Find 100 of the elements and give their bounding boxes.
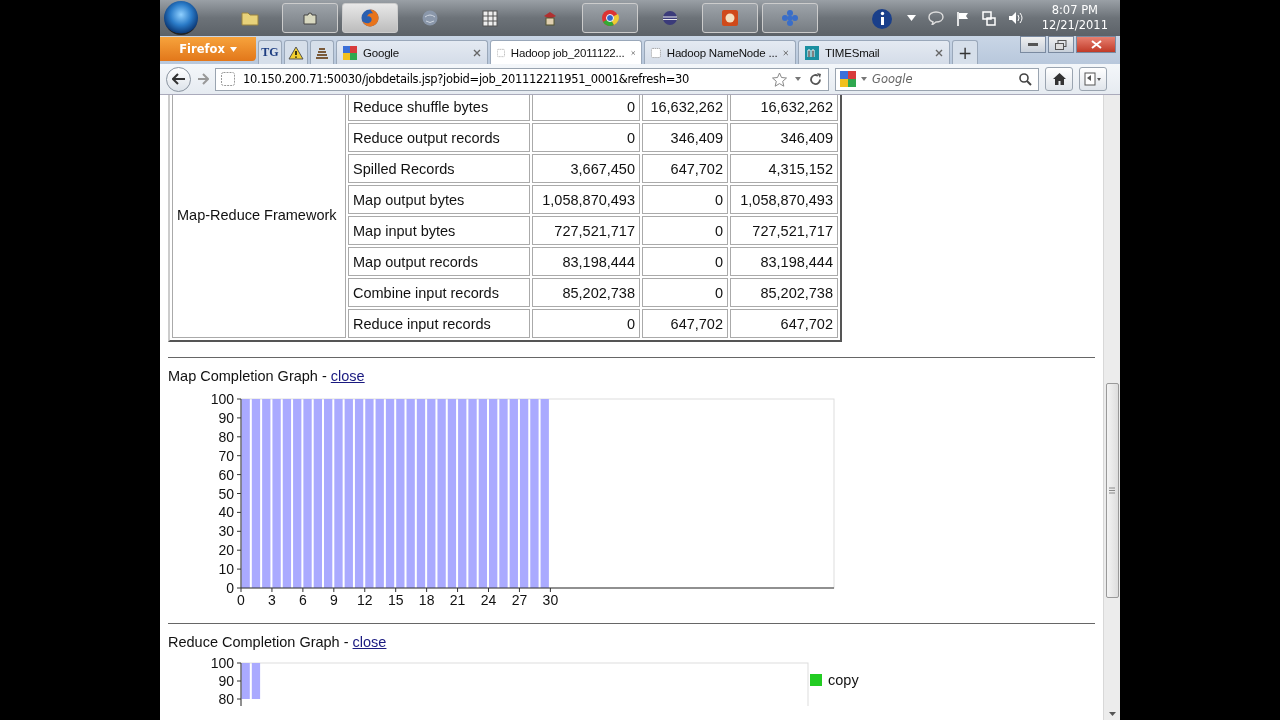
pinned-tab[interactable] (284, 40, 308, 64)
grip-icon (1109, 487, 1115, 494)
table-cell: Map output bytes (348, 185, 530, 214)
table-cell: Reduce output records (348, 123, 530, 152)
table-cell: Combine input records (348, 278, 530, 307)
browser-tab[interactable]: Hadoop NameNode ... (644, 40, 796, 64)
table-cell: Map output records (348, 247, 530, 276)
table-cell: 1,058,870,493 (532, 185, 640, 214)
taskbar-app[interactable] (702, 3, 758, 33)
axis-label: 0 (237, 592, 245, 608)
axis-label: 70 (218, 447, 234, 464)
stack-icon (314, 45, 330, 60)
chart-bar (241, 663, 250, 699)
table-cell: 647,702 (730, 309, 838, 338)
graph-title: Map Completion Graph - (168, 368, 327, 384)
table-cell: 0 (532, 123, 640, 152)
y-axis (236, 662, 242, 706)
close-icon[interactable] (630, 48, 635, 57)
close-link[interactable]: close (352, 634, 387, 650)
puzzle-icon (301, 9, 319, 27)
table-cell: 85,202,738 (532, 278, 640, 307)
axis-label: 10 (218, 561, 234, 578)
blank-page-icon (221, 72, 235, 86)
axis-label: 0 (226, 580, 234, 596)
taskbar-app[interactable] (762, 3, 818, 33)
google-favicon-icon (343, 45, 357, 60)
table-cell: 647,702 (642, 309, 728, 338)
search-icon[interactable] (1019, 72, 1032, 86)
caret-icon[interactable] (795, 77, 801, 81)
axis-label: 18 (418, 592, 435, 608)
axis-label: 100 (210, 391, 234, 407)
eclipse-icon (662, 10, 678, 26)
taskbar-app[interactable] (582, 3, 638, 33)
chrome-icon (601, 9, 619, 27)
close-window-button[interactable] (1076, 36, 1116, 53)
minimize-button[interactable] (1020, 36, 1046, 53)
close-icon (1090, 40, 1102, 49)
firefox-icon (360, 8, 380, 28)
search-box[interactable]: Google (835, 67, 1039, 91)
scroll-down-icon[interactable] (1108, 712, 1116, 716)
axis-label: 90 (218, 673, 234, 689)
browser-tab[interactable]: Hadoop job_2011122... (490, 40, 642, 64)
table-cell: 0 (642, 185, 728, 214)
axis-label: 27 (511, 592, 528, 608)
table-cell: 1,058,870,493 (730, 185, 838, 214)
taskbar-app[interactable] (342, 3, 398, 33)
table-cell: 727,521,717 (730, 216, 838, 245)
taskbar-app[interactable] (282, 3, 338, 33)
caret-icon[interactable] (861, 77, 867, 81)
close-icon[interactable] (473, 48, 481, 57)
forward-icon[interactable] (197, 73, 209, 85)
slides-icon (721, 9, 739, 27)
scroll-thumb[interactable] (1105, 383, 1119, 598)
table-cell: 727,521,717 (532, 216, 640, 245)
axis-label: 80 (218, 691, 234, 706)
axis-label: 3 (268, 592, 276, 608)
flower-icon (781, 9, 799, 27)
pinned-tab[interactable]: TG (258, 40, 282, 64)
reload-icon[interactable] (809, 72, 822, 86)
restore-button[interactable] (1048, 36, 1074, 53)
table-cell: 0 (532, 95, 640, 121)
table-cell: 16,632,262 (730, 95, 838, 121)
new-tab-button[interactable]: + (952, 40, 978, 64)
axis-label: 21 (449, 592, 466, 608)
speaker-icon[interactable] (1007, 11, 1024, 25)
caret-icon[interactable] (906, 15, 916, 21)
network-icon[interactable] (981, 10, 996, 26)
close-icon[interactable] (935, 48, 943, 57)
warning-icon (288, 45, 304, 60)
blank-page-icon (651, 45, 661, 60)
axis-label: 100 (210, 656, 234, 671)
table-cell: 0 (642, 247, 728, 276)
table-cell: 16,632,262 (642, 95, 728, 121)
bookmark-star-icon[interactable] (772, 71, 787, 87)
axis-label: 40 (218, 504, 234, 521)
chart-bar (251, 663, 261, 699)
axis-label: 12 (356, 592, 373, 608)
search-engine-icon[interactable] (840, 71, 856, 87)
close-icon[interactable] (783, 48, 789, 57)
browser-tab[interactable]: TIMESmail (798, 40, 950, 64)
axis-label: 15 (387, 592, 404, 608)
table-cell: Spilled Records (348, 154, 530, 183)
folder-icon (241, 10, 259, 26)
home-icon (1051, 72, 1067, 86)
flag-icon[interactable] (955, 10, 970, 26)
table-cell: 0 (532, 309, 640, 338)
axis-label: 90 (218, 409, 234, 426)
table-cell: 346,409 (730, 123, 838, 152)
clock-date: 12/21/2011 (1041, 18, 1108, 33)
home-button[interactable] (1045, 67, 1073, 91)
bookmarks-button[interactable] (1079, 67, 1107, 91)
close-link[interactable]: close (330, 368, 365, 384)
start-button[interactable] (164, 1, 198, 35)
table-cell: Reduce input records (348, 309, 530, 338)
speech-bubble-icon[interactable] (927, 11, 944, 25)
address-bar[interactable]: 10.150.200.71:50030/jobdetails.jsp?jobid=job_201112211951_0001&refresh=30 (215, 67, 829, 91)
table-cell: 3,667,450 (532, 154, 640, 183)
browser-tab[interactable]: Google (336, 40, 488, 64)
pinned-tab[interactable] (310, 40, 334, 64)
back-button[interactable] (166, 66, 191, 92)
